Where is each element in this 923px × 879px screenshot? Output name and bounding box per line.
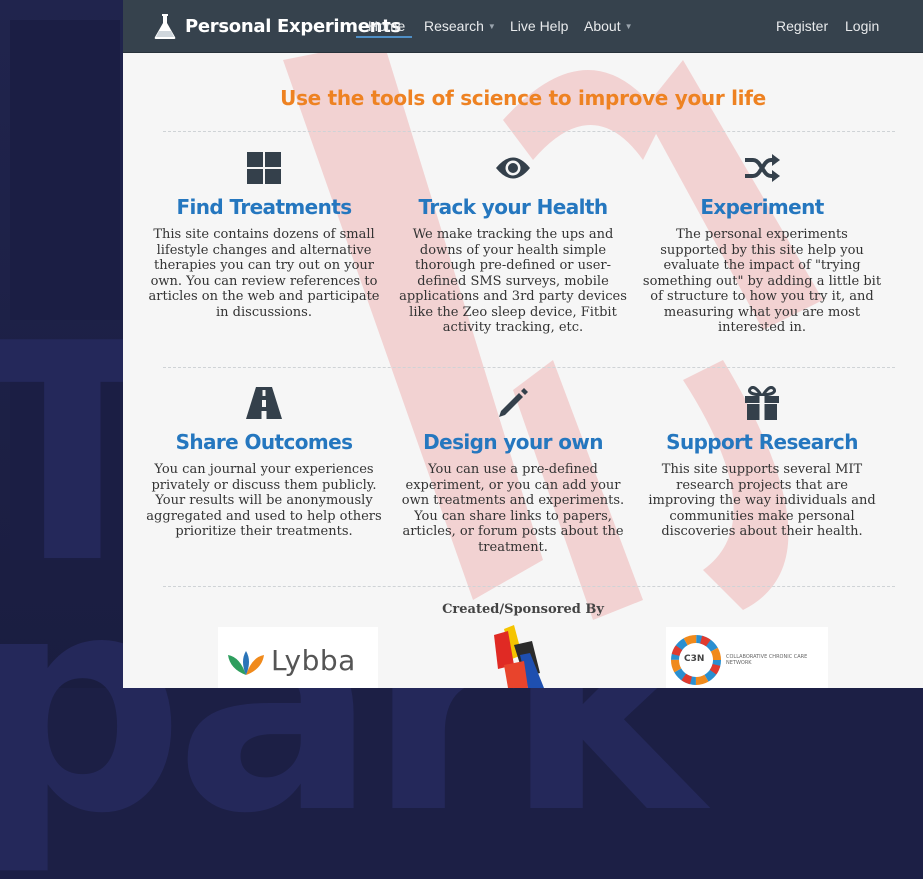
eye-icon: [393, 151, 633, 185]
feature-find-treatments: Find Treatments This site contains dozen…: [144, 151, 384, 320]
feature-design-own: Design your own You can use a pre-define…: [393, 386, 633, 555]
background-block: [10, 380, 120, 560]
feature-title: Share Outcomes: [175, 430, 353, 454]
nav-research[interactable]: Research ▼: [424, 18, 496, 34]
nav-about[interactable]: About ▼: [584, 18, 633, 34]
top-navbar: Personal Experiments Home Research ▼ Live…: [123, 0, 923, 53]
mit-logo[interactable]: [478, 625, 558, 688]
nav-active-indicator: [356, 36, 412, 38]
nav-home[interactable]: Home: [368, 18, 405, 34]
feature-title: Track your Health: [418, 195, 608, 219]
c3n-abbreviation: C3N: [684, 654, 705, 664]
page: Personal Experiments Home Research ▼ Live…: [123, 0, 923, 688]
feature-track-health: Track your Health We make tracking the u…: [393, 151, 633, 336]
nav-research-label: Research: [424, 18, 484, 34]
feature-title: Experiment: [700, 195, 824, 219]
feature-description: You can journal your experiences private…: [146, 462, 382, 539]
feature-description: You can use a pre-defined experiment, or…: [401, 462, 625, 555]
background-block: [10, 20, 120, 320]
feature-description: The personal experiments supported by th…: [642, 227, 882, 335]
nav-register[interactable]: Register: [776, 18, 828, 34]
gift-icon: [642, 386, 882, 420]
section-divider: [163, 367, 895, 368]
grid-icon: [144, 151, 384, 185]
nav-login[interactable]: Login: [845, 18, 879, 34]
chevron-down-icon: ▼: [487, 22, 496, 31]
c3n-fullname: COLLABORATIVE CHRONIC CARE NETWORK: [726, 654, 808, 666]
nav-live-help[interactable]: Live Help: [510, 18, 568, 34]
feature-support-research: Support Research This site supports seve…: [642, 386, 882, 540]
feature-share-outcomes: Share Outcomes You can journal your expe…: [144, 386, 384, 540]
page-tagline: Use the tools of science to improve your…: [280, 86, 766, 110]
feature-title: Support Research: [666, 430, 858, 454]
section-divider: [163, 586, 895, 587]
feature-description: This site contains dozens of small lifes…: [148, 227, 380, 320]
feature-description: We make tracking the ups and downs of yo…: [399, 227, 627, 335]
road-icon: [144, 386, 384, 420]
colorful-figure-icon: [494, 625, 544, 688]
section-divider: [163, 131, 895, 132]
shuffle-icon: [642, 151, 882, 185]
flask-icon: [154, 14, 176, 39]
feature-title: Find Treatments: [176, 195, 352, 219]
chevron-down-icon: ▼: [624, 22, 633, 31]
background-panel: [0, 0, 123, 688]
lybba-wordmark: Lybba: [271, 644, 356, 677]
sponsors-heading: Created/Sponsored By: [442, 602, 604, 617]
feature-experiment: Experiment The personal experiments supp…: [642, 151, 882, 336]
feature-title: Design your own: [423, 430, 603, 454]
feature-description: This site supports several MIT research …: [648, 462, 876, 539]
nav-about-label: About: [584, 18, 621, 34]
lybba-leaf-icon: [228, 651, 264, 675]
pencil-icon: [393, 386, 633, 420]
